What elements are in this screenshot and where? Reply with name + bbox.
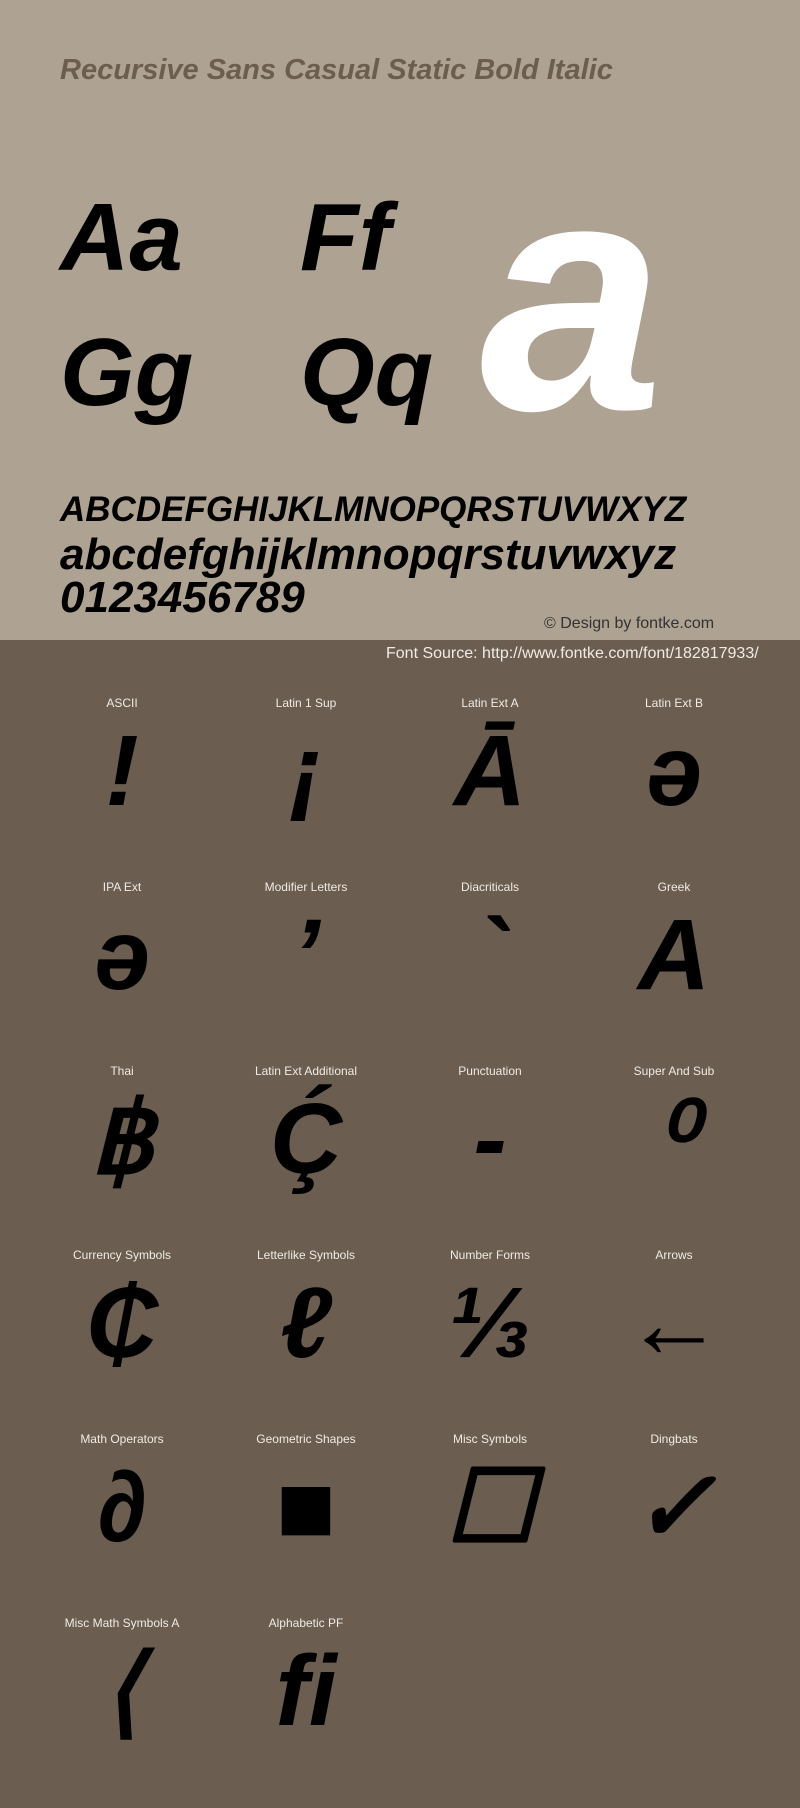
- block-label: Letterlike Symbols: [256, 1248, 356, 1262]
- block-cell: IPA Ext ə: [30, 840, 214, 1024]
- block-glyph: ʼ: [292, 899, 320, 1011]
- block-label: Number Forms: [449, 1248, 530, 1262]
- block-label: Latin 1 Sup: [275, 696, 337, 710]
- block-label: ASCII: [106, 696, 138, 710]
- block-glyph: Α: [637, 899, 711, 1011]
- block-cell: Latin Ext Additional Ḉ: [214, 1024, 398, 1208]
- block-glyph: Ā: [453, 715, 527, 827]
- block-glyph: ⁰: [653, 1083, 695, 1195]
- block-label: Dingbats: [650, 1432, 698, 1446]
- uppercase-line: ABCDEFGHIJKLMNOPQRSTUVWXYZ: [60, 490, 687, 529]
- block-cell: Misc Symbols ☐: [398, 1392, 582, 1576]
- block-cell: Dingbats ✓: [582, 1392, 766, 1576]
- block-cell: Number Forms ⅓: [398, 1208, 582, 1392]
- block-cell: ASCII!: [30, 656, 214, 840]
- block-label: Alphabetic PF: [268, 1616, 344, 1630]
- block-glyph: `: [473, 899, 507, 1011]
- block-glyph: ✓: [632, 1451, 716, 1563]
- block-cell: Arrows ←: [582, 1208, 766, 1392]
- block-cell: Latin 1 Sup ¡: [214, 656, 398, 840]
- block-cell: Thai ฿: [30, 1024, 214, 1208]
- block-label: Math Operators: [80, 1432, 164, 1446]
- block-label: Geometric Shapes: [256, 1432, 356, 1446]
- block-cell: Alphabetic PF ﬁ: [214, 1576, 398, 1760]
- block-cell: Currency Symbols ₵: [30, 1208, 214, 1392]
- block-cell: Latin Ext B ə: [582, 656, 766, 840]
- block-glyph: ⟨: [102, 1635, 142, 1747]
- specimen-pair: Aa: [60, 184, 183, 291]
- lowercase-line: abcdefghijklmnopqrstuvwxyz: [60, 530, 677, 579]
- block-label: Super And Sub: [633, 1064, 715, 1078]
- block-glyph: ∂: [97, 1451, 147, 1563]
- block-cell: Greek Α: [582, 840, 766, 1024]
- block-cell: Modifier Letters ʼ: [214, 840, 398, 1024]
- block-cell: Geometric Shapes ■: [214, 1392, 398, 1576]
- credit-text: © Design by fontke.com: [544, 615, 715, 632]
- block-glyph: ə: [94, 899, 150, 1011]
- block-glyph: ¡: [289, 715, 323, 827]
- block-label: Latin Ext A: [461, 696, 519, 710]
- block-cell: Punctuation ‐: [398, 1024, 582, 1208]
- specimen-pair: Gg: [60, 319, 194, 426]
- block-glyph: ←: [624, 1267, 724, 1379]
- block-label: IPA Ext: [102, 880, 142, 894]
- block-cell: Math Operators ∂: [30, 1392, 214, 1576]
- block-cell: Misc Math Symbols A ⟨: [30, 1576, 214, 1760]
- big-glyph: a: [480, 110, 664, 479]
- specimen-pair: Qq: [300, 319, 434, 426]
- block-glyph: ‐: [473, 1083, 507, 1195]
- block-glyph: ☐: [445, 1451, 535, 1563]
- digits-line: 0123456789: [60, 573, 305, 622]
- block-label: Thai: [110, 1064, 134, 1078]
- block-label: Arrows: [655, 1248, 693, 1262]
- block-label: Modifier Letters: [264, 880, 348, 894]
- block-glyph: ฿: [90, 1083, 154, 1195]
- block-label: Misc Symbols: [452, 1432, 527, 1446]
- block-cell: Diacriticals `: [398, 840, 582, 1024]
- specimen-pair: Ff: [300, 184, 391, 291]
- block-label: Punctuation: [458, 1064, 522, 1078]
- block-label: Currency Symbols: [72, 1248, 172, 1262]
- block-cell: Letterlike Symbols ℓ: [214, 1208, 398, 1392]
- block-glyph: ₵: [85, 1267, 159, 1379]
- block-glyph: ■: [275, 1451, 337, 1563]
- block-glyph: ℓ: [280, 1267, 332, 1379]
- block-label: Greek: [657, 880, 691, 894]
- block-glyph: ⅓: [448, 1267, 532, 1379]
- block-glyph: !: [105, 715, 139, 827]
- block-label: Latin Ext Additional: [254, 1064, 358, 1078]
- block-glyph: ə: [646, 715, 702, 827]
- block-glyph: ﬁ: [275, 1635, 337, 1747]
- font-title: Recursive Sans Casual Static Bold Italic: [60, 54, 613, 86]
- block-label: Latin Ext B: [644, 696, 704, 710]
- block-glyph: Ḉ: [269, 1083, 343, 1195]
- block-label: Diacriticals: [460, 880, 519, 894]
- block-cell: Latin Ext A Ā: [398, 656, 582, 840]
- block-cell: Super And Sub ⁰: [582, 1024, 766, 1208]
- block-label: Misc Math Symbols A: [64, 1616, 180, 1630]
